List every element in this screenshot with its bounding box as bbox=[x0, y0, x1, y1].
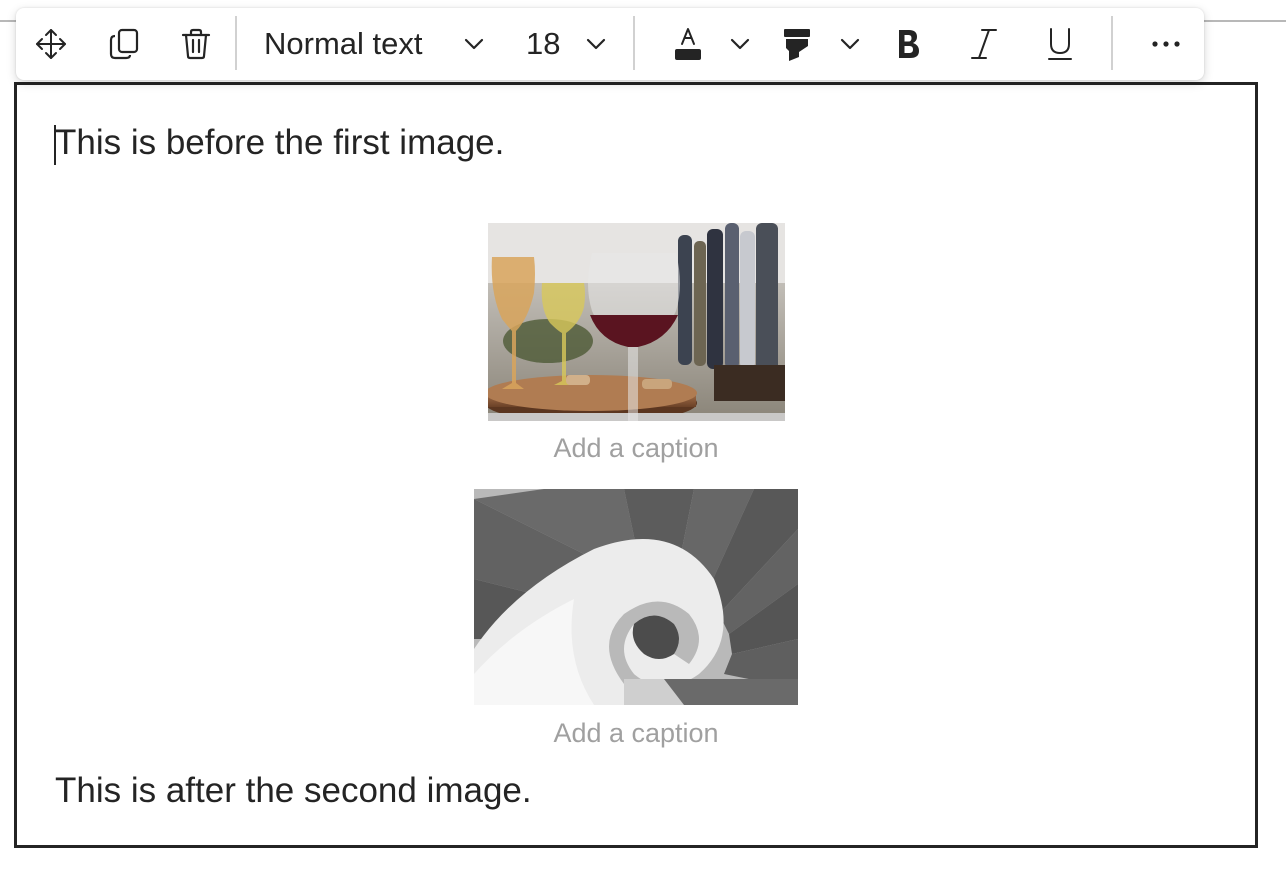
chevron-down-icon bbox=[730, 38, 750, 50]
image-caption-input[interactable]: Add a caption bbox=[17, 718, 1255, 749]
editor-area[interactable]: This is before the first image. Add a ca… bbox=[14, 82, 1258, 848]
image-caption-input[interactable]: Add a caption bbox=[17, 433, 1255, 464]
delete-button[interactable] bbox=[176, 8, 216, 80]
chevron-down-icon bbox=[465, 38, 484, 50]
underline-button[interactable] bbox=[1042, 8, 1078, 80]
chevron-down-icon bbox=[840, 38, 860, 50]
toolbar-separator bbox=[1111, 16, 1113, 70]
underline-icon bbox=[1048, 28, 1072, 60]
font-size-select[interactable]: 18 bbox=[526, 8, 622, 80]
wine-image[interactable] bbox=[488, 223, 785, 421]
font-color-icon bbox=[675, 28, 701, 60]
trash-icon bbox=[181, 28, 211, 60]
bold-icon bbox=[899, 30, 919, 58]
font-size-value: 18 bbox=[526, 26, 561, 61]
text-style-select[interactable]: Normal text bbox=[264, 8, 504, 80]
toolbar-separator bbox=[235, 16, 237, 70]
paragraph-after-image[interactable]: This is after the second image. bbox=[55, 771, 532, 811]
copy-button[interactable] bbox=[104, 8, 144, 80]
highlight-dropdown[interactable] bbox=[836, 8, 864, 80]
more-options-button[interactable] bbox=[1146, 8, 1186, 80]
highlighter-icon bbox=[784, 29, 810, 61]
staircase-image[interactable] bbox=[474, 489, 798, 705]
copy-icon bbox=[109, 28, 139, 60]
italic-button[interactable] bbox=[966, 8, 1002, 80]
italic-icon bbox=[971, 29, 997, 59]
font-color-dropdown[interactable] bbox=[726, 8, 754, 80]
paragraph-before-image[interactable]: This is before the first image. bbox=[55, 123, 504, 163]
highlight-button[interactable] bbox=[780, 8, 814, 80]
more-options-icon bbox=[1152, 41, 1180, 47]
chevron-down-icon bbox=[587, 38, 606, 50]
formatting-toolbar: Normal text 18 bbox=[16, 8, 1204, 80]
toolbar-separator bbox=[633, 16, 635, 70]
font-color-button[interactable] bbox=[671, 8, 705, 80]
bold-button[interactable] bbox=[890, 8, 926, 80]
move-button[interactable] bbox=[30, 8, 72, 80]
move-arrows-icon bbox=[36, 29, 66, 59]
text-style-value: Normal text bbox=[264, 26, 423, 61]
